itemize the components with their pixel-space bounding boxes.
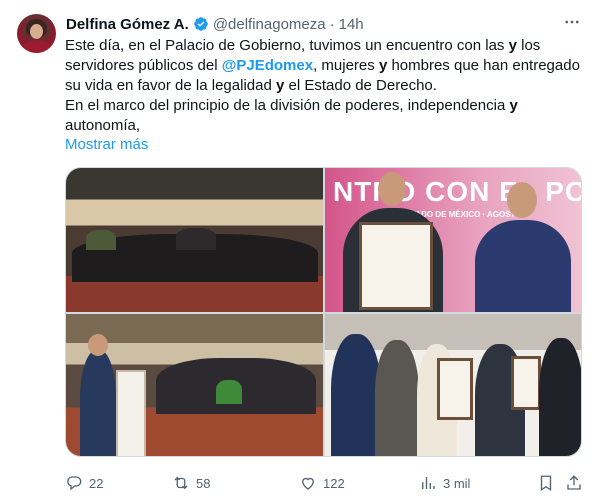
views-button[interactable]: 3 mil xyxy=(419,472,470,494)
tweet-text: Este día, en el Palacio de Gobierno, tuv… xyxy=(65,36,580,136)
retweet-count: 58 xyxy=(196,475,211,491)
bookmark-icon xyxy=(540,475,552,492)
show-more-link[interactable]: Mostrar más xyxy=(65,136,148,153)
banner-subtext: TADO DE MÉXICO · AGOST xyxy=(411,210,516,219)
share-icon xyxy=(567,475,581,490)
like-button[interactable]: 122 xyxy=(299,472,345,494)
tweet-paragraph-1: Este día, en el Palacio de Gobierno, tuv… xyxy=(65,36,580,96)
text-segment: En el marco del principio de la división… xyxy=(65,97,510,114)
photo-4[interactable] xyxy=(325,314,581,456)
tweet-timestamp[interactable]: 14h xyxy=(339,16,364,33)
text-segment: Este día, en el Palacio de Gobierno, tuv… xyxy=(65,37,509,54)
text-segment: autonomía, xyxy=(65,117,141,134)
verified-badge-icon xyxy=(193,17,208,31)
reply-button[interactable]: 22 xyxy=(65,472,103,494)
text-segment: el Estado de Derecho. xyxy=(284,77,437,94)
more-horizontal-icon xyxy=(565,20,579,24)
retweet-icon xyxy=(174,476,188,490)
media-grid: NTRO CON EL PO TADO DE MÉXICO · AGOST xyxy=(65,167,582,457)
views-count: 3 mil xyxy=(443,475,471,491)
mention-link[interactable]: @PJEdomex xyxy=(222,57,313,74)
like-count: 122 xyxy=(323,475,345,491)
text-bold: y xyxy=(509,97,518,114)
more-options-button[interactable] xyxy=(560,12,584,32)
tweet: Delfina Gómez A. @delfinagomeza · 14h Es… xyxy=(0,0,603,503)
retweet-button[interactable]: 58 xyxy=(172,472,210,494)
photo-2[interactable]: NTRO CON EL PO TADO DE MÉXICO · AGOST xyxy=(325,168,582,312)
tweet-actions: 22 58 122 3 mil xyxy=(65,472,585,494)
separator-dot: · xyxy=(329,15,335,33)
heart-icon xyxy=(302,477,314,490)
avatar[interactable] xyxy=(17,14,56,53)
author-handle[interactable]: @delfinagomeza xyxy=(213,16,326,33)
tweet-header: Delfina Gómez A. @delfinagomeza · 14h xyxy=(66,14,364,34)
views-chart-icon xyxy=(422,477,435,489)
share-button[interactable] xyxy=(565,472,589,494)
photo-3[interactable] xyxy=(66,314,323,456)
reply-count: 22 xyxy=(89,475,104,491)
text-segment: , mujeres xyxy=(313,57,379,74)
bookmark-button[interactable] xyxy=(537,472,561,494)
banner-text: NTRO CON EL PO xyxy=(333,176,582,207)
author-name[interactable]: Delfina Gómez A. xyxy=(66,16,189,33)
tweet-paragraph-2: En el marco del principio de la división… xyxy=(65,96,580,136)
photo-1[interactable] xyxy=(66,168,323,312)
reply-icon xyxy=(67,476,82,491)
text-bold: y xyxy=(508,37,517,54)
